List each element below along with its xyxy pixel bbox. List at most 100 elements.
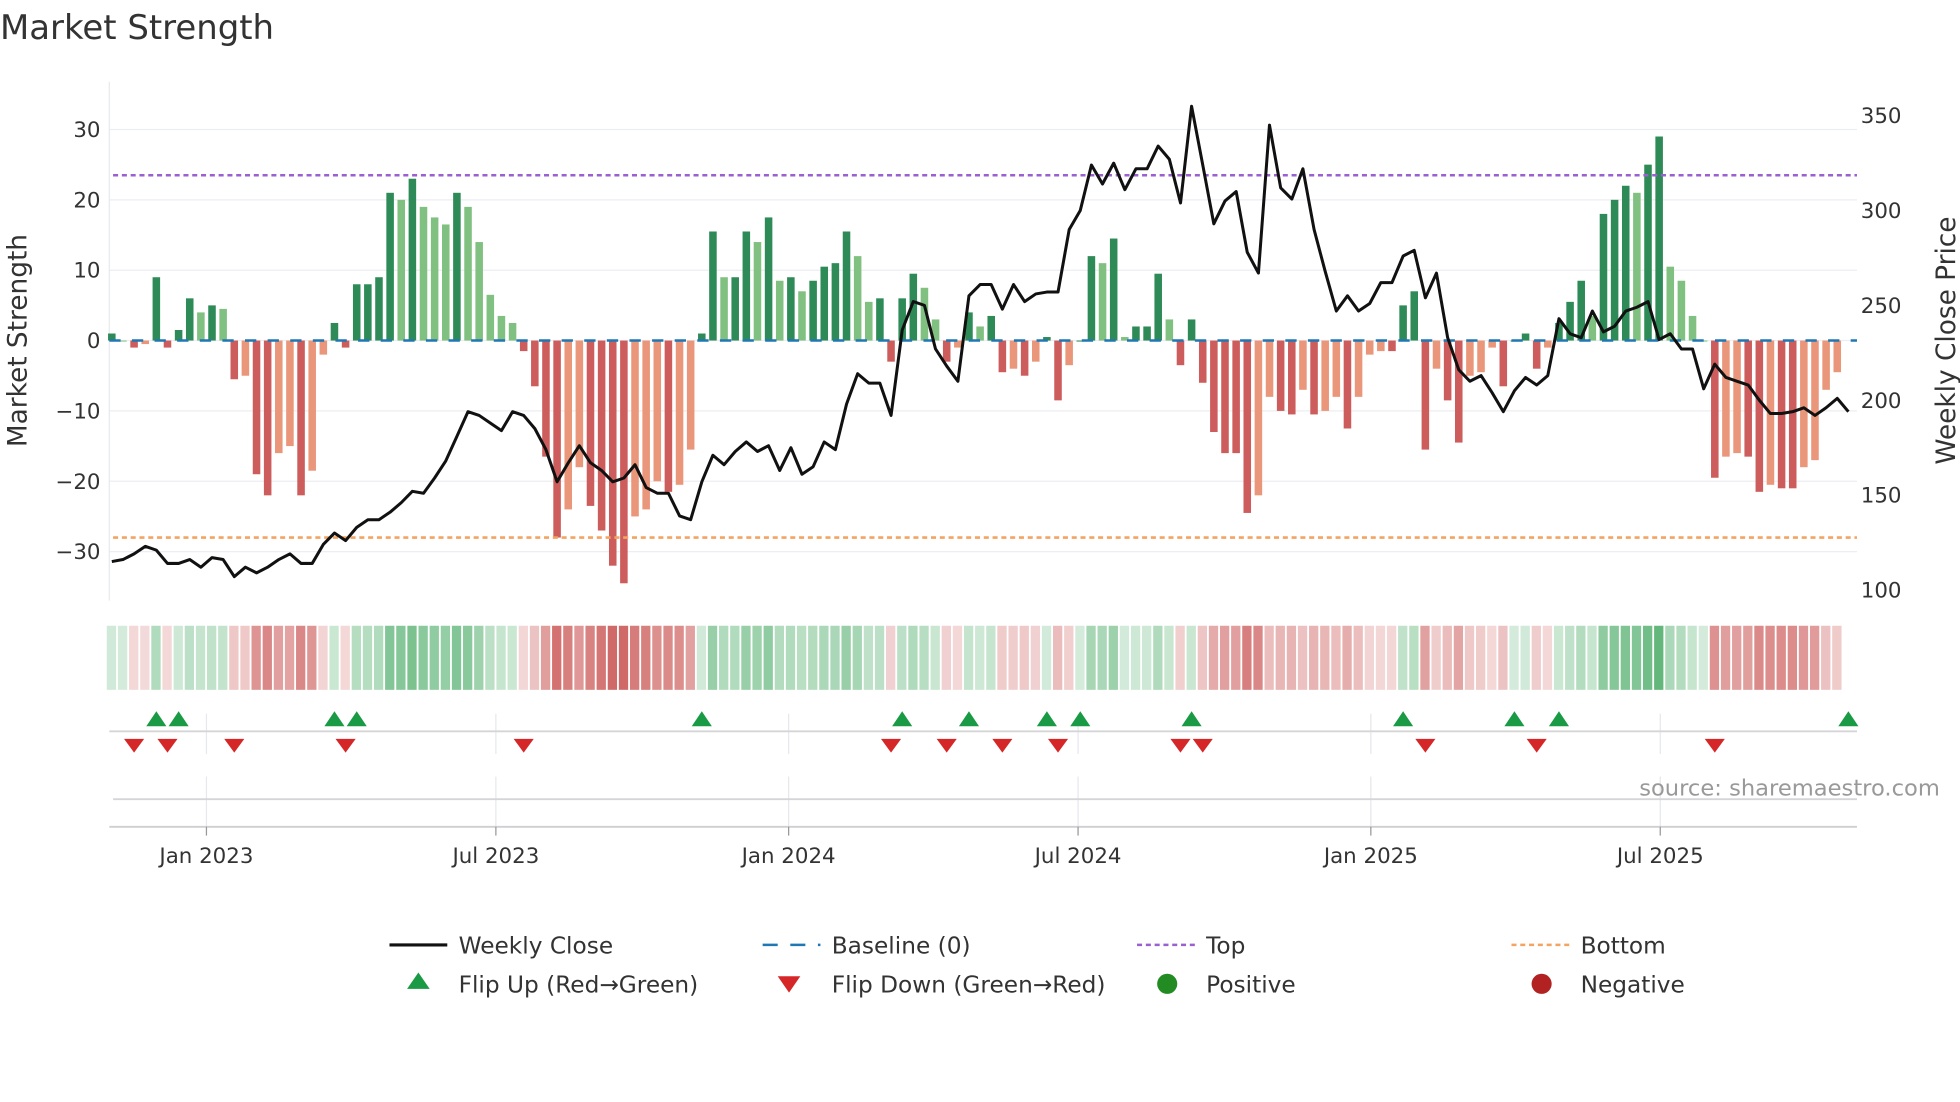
flip-up-marker <box>146 711 167 727</box>
strength-bar <box>241 340 250 376</box>
strength-bar <box>1477 340 1485 373</box>
strip-cell <box>129 625 139 690</box>
strength-bar <box>486 294 495 341</box>
strip-cell <box>1231 625 1241 690</box>
strip-cell <box>162 625 172 690</box>
y2-tick-label: 100 <box>1861 578 1902 603</box>
strip-cell <box>1598 625 1608 690</box>
legend-item-line: Weekly Close <box>389 933 613 960</box>
legend-item-tri-down: Flip Down (Green→Red) <box>777 972 1105 999</box>
strength-bar <box>208 305 216 341</box>
strength-bar <box>1410 291 1419 341</box>
strength-bar <box>497 315 506 341</box>
y-tick-label: −20 <box>55 470 100 495</box>
strip-cell <box>1030 625 1041 690</box>
strength-bar <box>442 224 450 341</box>
flip-up-marker <box>1393 711 1414 727</box>
strength-bar <box>842 231 851 341</box>
flip-up-marker <box>1548 711 1570 727</box>
strip-cell <box>874 625 885 690</box>
gridlines <box>108 81 1857 827</box>
strength-bar <box>263 340 272 496</box>
strength-bar <box>1722 340 1730 457</box>
flip-down-marker <box>124 738 145 753</box>
strip-cell <box>863 625 874 690</box>
strength-bar <box>542 340 550 457</box>
strip-cell <box>1353 625 1363 690</box>
market-strength-chart: Market Strength 3020100−10−20−3035030025… <box>0 8 1960 999</box>
strip-cell <box>552 625 562 690</box>
y-tick-label: 30 <box>73 118 100 143</box>
strength-bar <box>308 340 316 471</box>
strength-bar <box>1243 340 1252 513</box>
strength-bar <box>464 206 472 341</box>
strength-bar <box>386 192 394 341</box>
strength-bar <box>230 340 239 380</box>
strip-cell <box>674 625 684 690</box>
strength-bar <box>1288 340 1296 415</box>
strength-bar <box>887 340 895 362</box>
strip-cell <box>908 625 918 690</box>
legend-item-dot-top: Top <box>1137 933 1245 960</box>
y-tick-label: 0 <box>87 329 101 354</box>
flip-up-marker <box>892 711 913 727</box>
strip-cell <box>1787 625 1797 690</box>
strength-bar <box>564 340 572 510</box>
legend-label: Bottom <box>1581 933 1666 960</box>
strip-cell <box>1832 625 1842 690</box>
strip-cell <box>1765 625 1775 690</box>
strip-cell <box>273 625 284 690</box>
y2-axis-label: Weekly Close Price <box>1932 216 1960 464</box>
strength-bar <box>219 308 227 341</box>
strength-bar <box>275 340 283 454</box>
strength-bar <box>1343 340 1352 429</box>
strip-cell <box>1086 625 1096 690</box>
strip-cell <box>518 625 528 690</box>
y-tick-label: −30 <box>55 540 100 565</box>
strength-bar <box>987 315 996 341</box>
strip-cell <box>373 625 384 690</box>
strip-cell <box>1320 625 1330 690</box>
strength-bar <box>1009 340 1018 369</box>
strength-bar <box>531 340 539 387</box>
strip-cell <box>596 625 606 690</box>
strip-cell <box>1064 625 1074 690</box>
strength-bar <box>664 340 673 492</box>
strip-cell <box>1464 625 1475 690</box>
strength-bar <box>408 178 417 341</box>
strength-bar <box>853 256 862 341</box>
strip-cell <box>1743 625 1753 690</box>
strength-bar <box>1365 340 1374 355</box>
flip-down-marker <box>335 738 356 753</box>
y-axis-label: Market Strength <box>3 234 33 447</box>
strip-cell <box>952 625 963 690</box>
flip-down-marker <box>1704 738 1725 753</box>
strip-cell <box>1275 625 1285 690</box>
strip-cell <box>752 625 762 690</box>
strip-cell <box>1576 625 1586 690</box>
strip-cell <box>1754 625 1764 690</box>
flip-up-marker <box>1504 711 1525 727</box>
strip-cell <box>796 625 807 690</box>
strength-bar <box>1232 340 1240 454</box>
strip-cell <box>1219 625 1230 690</box>
strength-bar <box>586 340 595 506</box>
strip-cell <box>251 625 261 690</box>
flip-down-marker <box>880 738 902 753</box>
strip-cell <box>1709 625 1720 690</box>
circle-positive-icon <box>1157 973 1178 994</box>
strip-cell <box>1732 625 1742 690</box>
strength-bar <box>1621 185 1630 341</box>
strength-bar <box>1399 305 1407 341</box>
strength-bar <box>798 291 806 341</box>
strength-bar <box>1354 340 1363 397</box>
strip-cell <box>318 625 328 690</box>
strip-cell <box>819 625 829 690</box>
strip-cell <box>1642 625 1653 690</box>
flip-up-marker <box>1070 711 1091 727</box>
strip-cell <box>106 625 117 690</box>
strength-bar <box>1176 340 1185 366</box>
flip-up-marker <box>1838 711 1859 727</box>
strength-bar <box>1031 340 1040 362</box>
y2-tick-label: 300 <box>1861 199 1902 224</box>
